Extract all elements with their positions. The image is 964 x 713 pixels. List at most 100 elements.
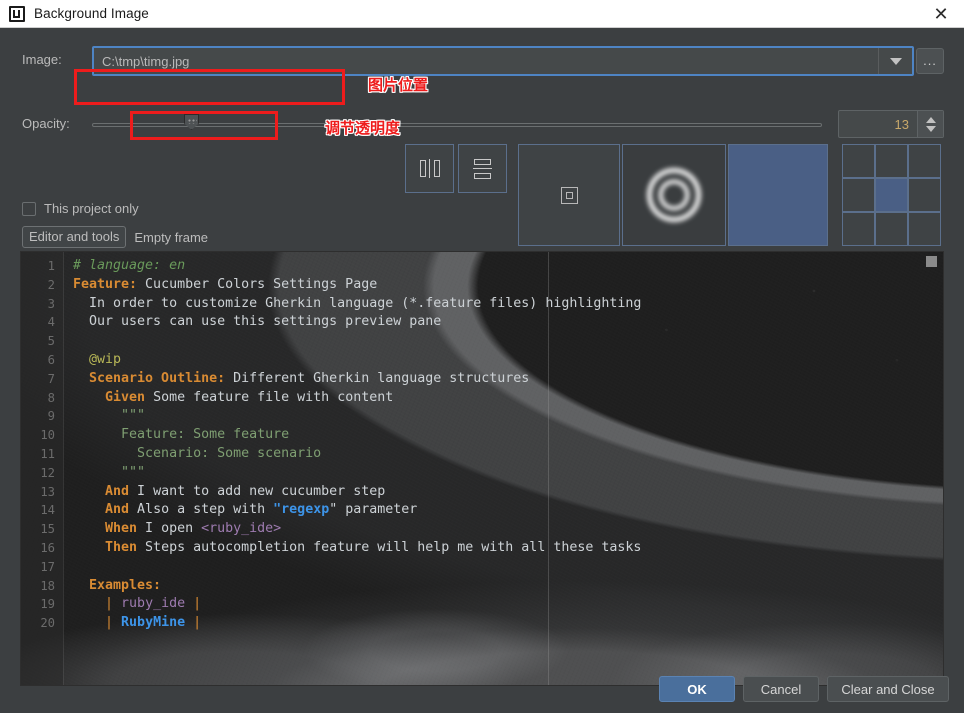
image-row: Image: ... (0, 46, 964, 76)
code-token: RubyMine (121, 615, 186, 631)
code-line: 19 | ruby_ide | (21, 595, 943, 614)
code-text: Then Steps autocompletion feature will h… (73, 539, 641, 558)
code-token: Scenario Outline: (73, 370, 226, 386)
this-project-only-checkbox[interactable] (22, 201, 36, 216)
line-number: 20 (40, 616, 55, 631)
code-token: """ (73, 408, 146, 424)
fill-scale-icon (635, 156, 713, 234)
code-text: And Also a step with "regexp" parameter (73, 501, 417, 520)
line-number: 13 (40, 484, 55, 499)
line-number: 16 (40, 540, 55, 555)
line-number: 1 (47, 259, 55, 273)
anchor-cell-bottom-left[interactable] (842, 212, 875, 246)
tab-editor-and-tools[interactable]: Editor and tools (22, 226, 127, 248)
code-token: ruby_ide (121, 596, 186, 612)
code-line: 6 @wip (21, 351, 943, 370)
line-number: 14 (40, 503, 55, 518)
line-number: 18 (40, 578, 55, 593)
code-token: """ (73, 464, 146, 480)
code-line: 20 | RubyMine | (21, 614, 943, 633)
code-token: And (73, 502, 130, 518)
opacity-slider-track[interactable] (92, 123, 822, 127)
code-text: Given Some feature file with content (73, 389, 393, 408)
code-text: When I open <ruby_ide> (73, 520, 281, 539)
fill-none-option[interactable] (518, 144, 620, 246)
anchor-cell-top-center[interactable] (875, 144, 908, 178)
code-token: Different Gherkin language structures (225, 370, 530, 386)
stepper-up-icon[interactable] (925, 116, 936, 123)
opacity-spinner[interactable]: 13 (838, 110, 944, 138)
anchor-cell-middle-right[interactable] (908, 178, 941, 212)
code-line: 14 And Also a step with "regexp" paramet… (21, 501, 943, 520)
code-text: In order to customize Gherkin language (… (73, 295, 641, 314)
anchor-cell-top-right[interactable] (908, 144, 941, 178)
image-path-input[interactable] (94, 48, 878, 74)
line-number: 4 (47, 315, 55, 330)
code-text: """ (73, 464, 145, 483)
image-label: Image: (22, 52, 62, 67)
fill-tile-option[interactable] (728, 144, 828, 246)
stepper-down-icon[interactable] (925, 125, 936, 132)
image-path-combobox[interactable] (92, 46, 914, 76)
line-number: 10 (40, 428, 55, 443)
code-line: 3 In order to customize Gherkin language… (21, 295, 943, 314)
line-number: 7 (47, 371, 55, 386)
line-number: 9 (47, 409, 55, 424)
code-token: Some feature file with content (145, 389, 394, 405)
opacity-stepper-buttons[interactable] (917, 111, 943, 137)
code-text: | ruby_ide | (73, 595, 201, 614)
cancel-button[interactable]: Cancel (743, 676, 819, 702)
clear-and-close-button[interactable]: Clear and Close (827, 676, 949, 702)
opacity-slider[interactable] (92, 110, 822, 140)
code-text: Scenario Outline: Different Gherkin lang… (73, 370, 529, 389)
code-line: 4 Our users can use this settings previe… (21, 313, 943, 332)
scope-tabs[interactable]: Editor and tools Empty frame (22, 226, 210, 248)
code-line: 12 """ (21, 464, 943, 483)
code-token: Our users can use this settings preview … (73, 314, 442, 330)
code-text: Examples: (73, 577, 161, 596)
ok-button[interactable]: OK (659, 676, 735, 702)
code-line: 2 Feature: Cucumber Colors Settings Page (21, 276, 943, 295)
line-number: 6 (47, 352, 55, 367)
code-token: I open (137, 521, 202, 537)
code-text: Feature: Cucumber Colors Settings Page (73, 276, 377, 295)
code-token: Given (73, 389, 146, 405)
anchor-cell-middle-left[interactable] (842, 178, 875, 212)
browse-button[interactable]: ... (916, 48, 944, 74)
line-number: 8 (47, 390, 55, 405)
window-titlebar: Background Image ✕ (0, 0, 964, 28)
anchor-cell-bottom-center[interactable] (875, 212, 908, 246)
code-token: In order to customize Gherkin language (… (73, 295, 642, 311)
code-token: Feature: (73, 276, 138, 292)
line-number: 11 (40, 446, 55, 461)
fill-none-icon (560, 186, 578, 204)
code-line: 10 Feature: Some feature (21, 426, 943, 445)
mirror-horizontal-button[interactable] (405, 144, 454, 193)
opacity-value[interactable]: 13 (839, 117, 917, 132)
code-line: 11 Scenario: Some scenario (21, 445, 943, 464)
anchor-cell-top-left[interactable] (842, 144, 875, 178)
intellij-idea-logo-icon (9, 5, 25, 22)
code-token: <ruby_ide> (201, 521, 282, 537)
code-token: regexp (281, 502, 330, 518)
anchor-cell-middle-center[interactable] (875, 178, 908, 212)
anchor-position-grid[interactable] (842, 144, 941, 246)
anchor-cell-bottom-right[interactable] (908, 212, 941, 246)
code-token: Steps autocompletion feature will help m… (137, 539, 642, 555)
code-token: I want to add new cucumber step (129, 483, 386, 499)
dialog-footer: OK Cancel Clear and Close (0, 676, 964, 713)
code-token: Scenario: Some scenario (73, 445, 322, 461)
code-token: @wip (73, 351, 122, 367)
opacity-slider-thumb[interactable] (184, 114, 199, 130)
tab-empty-frame[interactable]: Empty frame (132, 227, 210, 248)
this-project-only-row[interactable]: This project only (22, 201, 139, 216)
line-number: 15 (40, 522, 55, 537)
close-icon[interactable]: ✕ (918, 0, 964, 28)
mirror-vertical-button[interactable] (458, 144, 507, 193)
chevron-down-icon[interactable] (878, 48, 912, 74)
code-line: 13 And I want to add new cucumber step (21, 483, 943, 502)
code-preview-pane[interactable]: 1 # language: en 2 Feature: Cucumber Colors… (20, 251, 944, 686)
code-token: Then (73, 539, 138, 555)
fill-scale-option[interactable] (622, 144, 726, 246)
code-text: | RubyMine | (73, 614, 201, 633)
